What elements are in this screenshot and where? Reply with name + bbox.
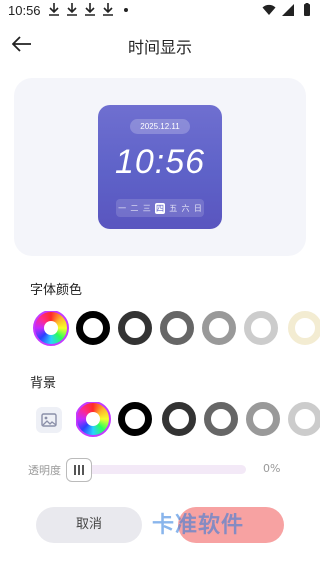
opacity-slider-track[interactable]	[66, 465, 246, 474]
weekday-label: 一	[118, 203, 127, 213]
color-wheel-center	[86, 412, 100, 426]
background-swatch-black[interactable]	[118, 402, 152, 436]
top-bar: 时间显示	[0, 22, 320, 66]
download-icon	[67, 3, 77, 16]
font-color-label: 字体颜色	[30, 283, 83, 298]
more-notifications-dot	[124, 8, 128, 12]
weekday-label: 五	[169, 203, 178, 213]
background-swatch-gray[interactable]	[204, 402, 238, 436]
font-color-swatch-light-gray[interactable]	[202, 311, 236, 345]
signal-icon	[282, 4, 294, 16]
background-swatch-light-gray[interactable]	[246, 402, 280, 436]
opacity-value: 0%	[263, 462, 281, 475]
watermark-text: 卡准软件	[152, 513, 245, 538]
preview-weekday-row: 一 二 三 四 五 六 日	[116, 199, 204, 217]
font-color-swatch-gray[interactable]	[160, 311, 194, 345]
opacity-label: 透明度	[28, 464, 61, 477]
battery-icon	[304, 3, 310, 16]
status-bar: 10:56	[0, 0, 320, 22]
weekday-label: 六	[181, 203, 190, 213]
download-icon	[85, 3, 95, 16]
preview-date: 2025.12.11	[130, 119, 190, 134]
font-color-wheel-swatch[interactable]	[33, 311, 69, 346]
color-wheel-center	[44, 321, 58, 335]
download-icon	[103, 3, 113, 16]
page-title: 时间显示	[127, 38, 192, 57]
background-swatch-dark-gray[interactable]	[162, 402, 196, 436]
download-icon	[49, 3, 59, 16]
font-color-swatch-cream[interactable]	[288, 311, 320, 345]
notification-icons	[48, 2, 128, 16]
background-image-button[interactable]	[36, 407, 62, 433]
image-icon	[41, 413, 57, 427]
preview-time: 10:56	[114, 143, 206, 181]
system-icons	[262, 3, 314, 17]
wifi-icon	[262, 4, 276, 15]
background-swatches	[76, 402, 320, 438]
background-color-wheel-swatch[interactable]	[76, 402, 111, 437]
opacity-slider-thumb[interactable]	[66, 458, 92, 482]
font-color-swatch-silver[interactable]	[244, 311, 278, 345]
font-color-swatches	[32, 311, 320, 347]
weekday-label: 日	[193, 203, 202, 213]
status-time: 10:56	[8, 3, 41, 18]
weekday-label: 二	[130, 203, 139, 213]
background-swatch-silver[interactable]	[288, 402, 320, 436]
weekday-label: 三	[142, 203, 151, 213]
clock-preview: 2025.12.11 10:56 一 二 三 四 五 六 日	[98, 105, 222, 229]
background-label: 背景	[30, 376, 57, 391]
font-color-swatch-dark-gray[interactable]	[118, 311, 152, 345]
font-color-swatch-black[interactable]	[76, 311, 110, 345]
weekday-label-active: 四	[154, 202, 165, 214]
cancel-button[interactable]: 取消	[36, 507, 142, 543]
